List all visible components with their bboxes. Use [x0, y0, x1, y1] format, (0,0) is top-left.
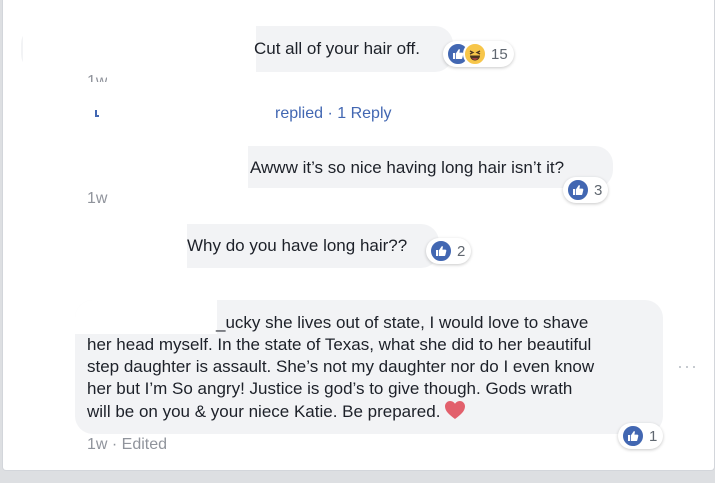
like-icon: [621, 424, 645, 448]
heart-emoji: [444, 400, 466, 426]
redacted-name: [9, 212, 187, 286]
reply-link[interactable]: replied · 1 Reply: [275, 105, 392, 123]
reaction-summary[interactable]: 2: [426, 238, 472, 264]
comment-time[interactable]: 1w · Edited: [87, 436, 167, 454]
redacted-name: [23, 20, 256, 80]
comments-panel: Cut all of your hair off. 15 1w replied …: [2, 0, 715, 471]
comment-time[interactable]: 1w: [87, 190, 107, 208]
redacted-name: [75, 300, 217, 334]
comment-text-line: her head myself. In the state of Texas, …: [87, 335, 592, 354]
haha-icon: [463, 42, 487, 66]
reaction-count: 2: [457, 242, 466, 260]
reaction-count: 1: [649, 427, 658, 445]
reaction-count: 3: [594, 181, 603, 199]
comment-text-line: _ucky she lives out of state, I would lo…: [216, 313, 589, 332]
comment-text: Why do you have long hair??: [187, 236, 408, 255]
redacted-name: [15, 145, 248, 191]
more-options-icon[interactable]: ···: [677, 356, 698, 377]
reaction-summary[interactable]: 15: [443, 41, 514, 67]
comment-time[interactable]: 1w: [87, 70, 107, 82]
redacted-name: [99, 100, 275, 138]
like-icon: [566, 178, 590, 202]
reaction-count: 15: [491, 45, 508, 63]
comment-text-line-last: will be on you & your niece Katie. Be pr…: [87, 400, 466, 426]
like-icon: [429, 239, 453, 263]
comment-text: Cut all of your hair off.: [254, 39, 420, 58]
redacted-avatar: [9, 285, 75, 361]
comment-text-line: her but I’m So angry! Justice is god’s t…: [87, 379, 573, 398]
comment-text-line: step daughter is assault. She’s not my d…: [87, 357, 595, 376]
comment-text: Awww it’s so nice having long hair isn’t…: [250, 158, 565, 177]
reaction-summary[interactable]: 3: [563, 177, 609, 203]
reaction-summary[interactable]: 1: [618, 423, 664, 449]
comment-text-line: will be on you & your niece Katie. Be pr…: [87, 402, 441, 421]
